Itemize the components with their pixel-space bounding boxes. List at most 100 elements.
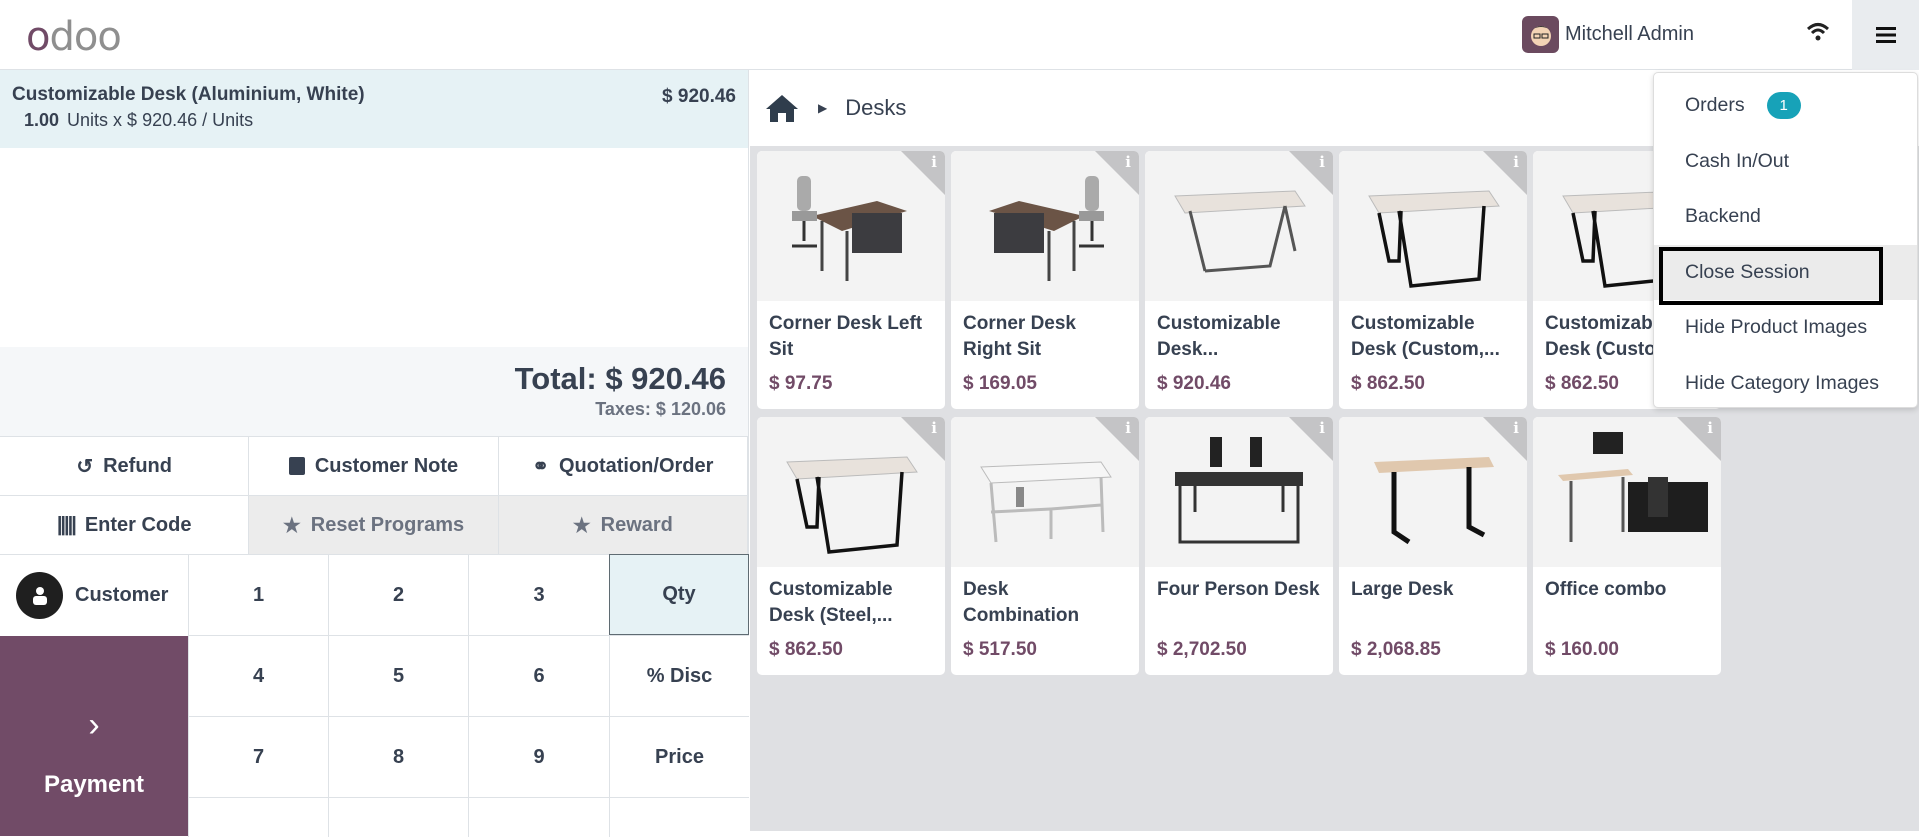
numpad-key[interactable] xyxy=(468,797,609,837)
product-image: i xyxy=(951,151,1139,301)
numpad-key[interactable]: 4 xyxy=(188,635,328,716)
info-corner[interactable] xyxy=(901,151,945,195)
product-image: i xyxy=(757,151,945,301)
info-corner[interactable] xyxy=(1289,151,1333,195)
menu-item-hide-category-images[interactable]: Hide Category Images xyxy=(1654,356,1917,412)
order-taxes: Taxes: $ 120.06 xyxy=(595,399,726,419)
menu-item-backend[interactable]: Backend xyxy=(1654,189,1917,245)
numpad-key[interactable]: 3 xyxy=(468,554,609,635)
refund-button[interactable]: ↺ Refund xyxy=(0,437,250,495)
product-price: $ 2,702.50 xyxy=(1157,639,1247,660)
reward-button[interactable]: ★ Reward xyxy=(498,496,748,554)
product-image: i xyxy=(951,417,1139,567)
product-card[interactable]: i Customizable Desk (Custom,... $ 862.50 xyxy=(1339,151,1527,409)
order-line[interactable]: Customizable Desk (Aluminium, White) $ 9… xyxy=(0,70,748,148)
info-icon[interactable]: i xyxy=(1707,419,1713,437)
numpad-area: Customer › Payment 1 2 3 Qty 4 5 6% Disc 7 8 9 Pric… xyxy=(0,554,749,837)
order-line-price: $ 920.46 xyxy=(662,86,736,107)
numpad-key[interactable]: Price xyxy=(609,716,749,797)
info-corner[interactable] xyxy=(1095,151,1139,195)
reset-programs-button[interactable]: ★ Reset Programs xyxy=(249,496,499,554)
top-bar: odoo Mitchell Admin xyxy=(0,0,1919,70)
product-card[interactable]: i Corner Desk Right Sit $ 169.05 xyxy=(951,151,1139,409)
hamburger-menu-button[interactable] xyxy=(1852,0,1919,70)
chevron-right-icon: › xyxy=(88,706,100,744)
product-card[interactable]: i Desk Combination $ 517.50 xyxy=(951,417,1139,675)
user-name: Mitchell Admin xyxy=(1565,23,1694,45)
wifi-icon[interactable] xyxy=(1806,22,1830,47)
info-icon[interactable]: i xyxy=(1513,419,1519,437)
undo-icon: ↺ xyxy=(76,455,94,478)
info-icon[interactable]: i xyxy=(1319,153,1325,171)
reset-programs-label: Reset Programs xyxy=(310,513,465,536)
refund-label: Refund xyxy=(103,454,172,477)
numpad-key[interactable]: 1 xyxy=(188,554,328,635)
product-card[interactable]: i Four Person Desk $ 2,702.50 xyxy=(1145,417,1333,675)
order-line-name: Customizable Desk (Aluminium, White) xyxy=(12,84,365,105)
info-icon[interactable]: i xyxy=(1125,419,1131,437)
menu-item-label: Hide Product Images xyxy=(1685,316,1868,339)
home-icon[interactable] xyxy=(764,93,800,123)
numpad-key[interactable]: Qty xyxy=(609,554,749,635)
product-name: Large Desk xyxy=(1351,579,1454,600)
info-corner[interactable] xyxy=(1289,417,1333,461)
menu-item-close-session[interactable]: Close Session xyxy=(1654,244,1917,304)
info-corner[interactable] xyxy=(901,417,945,461)
product-card[interactable]: i Customizable Desk (Steel,... $ 862.50 xyxy=(757,417,945,675)
info-icon[interactable]: i xyxy=(931,419,937,437)
control-row-2: ||||| Enter Code ★ Reset Programs ★ Reward xyxy=(0,495,748,554)
product-card[interactable]: i Office combo $ 160.00 xyxy=(1533,417,1721,675)
numpad-key[interactable]: 6 xyxy=(468,635,609,716)
numpad-key[interactable]: 8 xyxy=(328,716,468,797)
product-card[interactable]: i Corner Desk Left Sit $ 97.75 xyxy=(757,151,945,409)
order-panel: Customizable Desk (Aluminium, White) $ 9… xyxy=(0,70,749,837)
enter-code-label: Enter Code xyxy=(84,513,192,536)
product-price: $ 160.00 xyxy=(1545,639,1619,660)
menu-item-cash-in-out[interactable]: Cash In/Out xyxy=(1654,134,1917,190)
menu-item-label: Orders xyxy=(1685,94,1745,117)
reward-label: Reward xyxy=(600,513,673,536)
product-name: Office combo xyxy=(1545,579,1667,600)
menu-item-label: Backend xyxy=(1685,205,1761,228)
product-name: Customizable Desk (Custom,... xyxy=(1351,313,1500,360)
orders-count-badge: 1 xyxy=(1766,92,1801,120)
info-corner[interactable] xyxy=(1483,151,1527,195)
customer-note-label: Customer Note xyxy=(314,454,459,477)
info-icon[interactable]: i xyxy=(931,153,937,171)
enter-code-button[interactable]: ||||| Enter Code xyxy=(0,496,250,554)
avatar xyxy=(1522,16,1559,53)
product-card[interactable]: i Customizable Desk... $ 920.46 xyxy=(1145,151,1333,409)
customer-button[interactable]: Customer xyxy=(0,554,188,636)
numpad-key[interactable]: 5 xyxy=(328,635,468,716)
info-corner[interactable] xyxy=(1483,417,1527,461)
numpad-key[interactable] xyxy=(328,797,468,837)
user-menu[interactable]: Mitchell Admin xyxy=(1522,16,1694,53)
info-corner[interactable] xyxy=(1677,417,1721,461)
customer-note-button[interactable]: Customer Note xyxy=(249,437,499,495)
quotation-label: Quotation/Order xyxy=(558,454,714,477)
numpad-key[interactable]: 9 xyxy=(468,716,609,797)
product-image: i xyxy=(1145,417,1333,567)
numpad-key[interactable] xyxy=(188,797,328,837)
breadcrumb-category[interactable]: Desks xyxy=(845,95,906,121)
numpad-key[interactable] xyxy=(609,797,749,837)
numpad-key[interactable]: 2 xyxy=(328,554,468,635)
order-total: Total: $ 920.46 xyxy=(514,361,726,396)
numpad-key[interactable]: 7 xyxy=(188,716,328,797)
product-price: $ 97.75 xyxy=(769,373,833,394)
star-icon: ★ xyxy=(572,514,591,537)
menu-item-hide-product-images[interactable]: Hide Product Images xyxy=(1654,300,1917,356)
info-corner[interactable] xyxy=(1095,417,1139,461)
menu-item-orders[interactable]: Orders 1 xyxy=(1654,78,1917,134)
customer-label: Customer xyxy=(75,584,169,606)
quotation-order-button[interactable]: ⚭ Quotation/Order xyxy=(499,437,748,495)
info-icon[interactable]: i xyxy=(1513,153,1519,171)
info-icon[interactable]: i xyxy=(1319,419,1325,437)
barcode-icon: ||||| xyxy=(56,513,77,536)
product-price: $ 517.50 xyxy=(963,639,1037,660)
numpad-key[interactable]: % Disc xyxy=(609,635,749,716)
order-line-unit: Units x $ 920.46 / Units xyxy=(67,110,254,130)
product-card[interactable]: i Large Desk $ 2,068.85 xyxy=(1339,417,1527,675)
info-icon[interactable]: i xyxy=(1125,153,1131,171)
payment-button[interactable]: › Payment xyxy=(0,636,188,836)
